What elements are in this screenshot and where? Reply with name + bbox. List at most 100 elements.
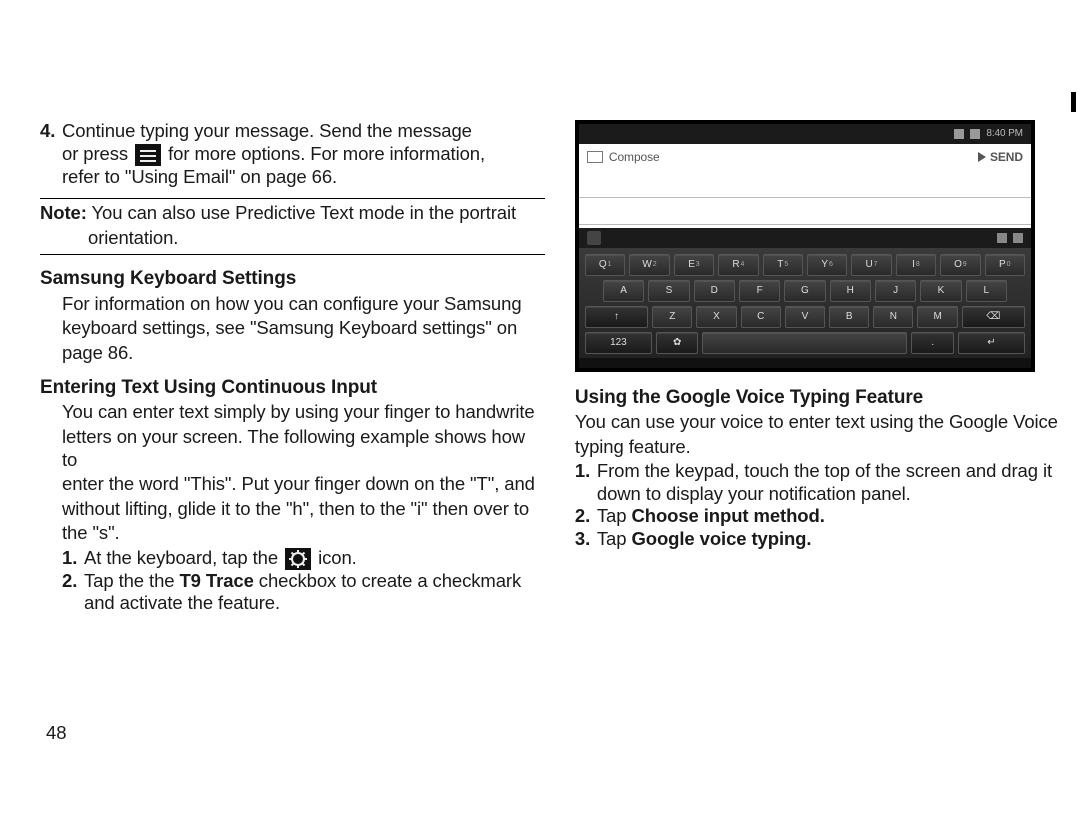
note-label: Note: [40, 202, 87, 223]
voice-p2: typing feature. [575, 436, 1060, 459]
key-s[interactable]: S [648, 280, 689, 302]
heading-google-voice: Using the Google Voice Typing Feature [575, 386, 1060, 409]
key-backspace[interactable]: ⌫ [962, 306, 1025, 328]
left-column: 4. Continue typing your message. Send th… [40, 120, 545, 740]
step-text: From the keypad, touch the top of the sc… [597, 460, 1052, 505]
status-bar-top: 8:40 PM [579, 124, 1031, 144]
send-button[interactable]: SEND [978, 150, 1023, 165]
key-shift[interactable]: ↑ [585, 306, 648, 328]
voice-step-1: 1. From the keypad, touch the top of the… [575, 460, 1052, 505]
signal-icon [954, 129, 964, 139]
key-e[interactable]: E3 [674, 254, 714, 276]
compose-body[interactable] [579, 170, 1031, 228]
scan-edge-mark [1071, 92, 1076, 112]
manual-page: 4. Continue typing your message. Send th… [40, 120, 1060, 740]
heading-samsung-keyboard: Samsung Keyboard Settings [40, 267, 545, 290]
key-enter[interactable]: ↵ [958, 332, 1025, 354]
step-number: 2. [62, 570, 84, 615]
step4-line1: Continue typing your message. Send the m… [62, 120, 472, 141]
samsung-paragraph: For information on how you can configure… [62, 293, 545, 365]
step4-line2b: for more options. For more information, [163, 143, 485, 164]
key-f[interactable]: F [739, 280, 780, 302]
samsung-p1: For information on how you can configure… [62, 293, 545, 316]
voice-s2-bold: Choose input method. [631, 505, 824, 526]
send-icon [978, 152, 986, 162]
key-x[interactable]: X [696, 306, 736, 328]
continuous-step-1: 1. At the keyboard, tap the icon. [62, 547, 357, 570]
key-r[interactable]: R4 [718, 254, 758, 276]
key-i[interactable]: I8 [896, 254, 936, 276]
cont-p1: You can enter text simply by using your … [62, 401, 545, 424]
key-w[interactable]: W2 [629, 254, 669, 276]
step-number: 3. [575, 528, 597, 551]
step-text: Tap Choose input method. [597, 505, 825, 528]
note-line1: You can also use Predictive Text mode in… [87, 202, 516, 223]
step-text: Tap the the T9 Trace checkbox to create … [84, 570, 521, 615]
signal-icon [997, 233, 1007, 243]
voice-s2a: Tap [597, 505, 632, 526]
step-number: 4. [40, 120, 62, 188]
battery-icon [970, 129, 980, 139]
voice-s3-bold: Google voice typing. [631, 528, 811, 549]
key-m[interactable]: M [917, 306, 957, 328]
compose-label: Compose [609, 150, 660, 165]
t9-trace-bold: T9 Trace [179, 570, 253, 591]
cont-p5: the "s". [62, 522, 545, 545]
key-h[interactable]: H [830, 280, 871, 302]
menu-icon [135, 144, 161, 166]
voice-p1: You can use your voice to enter text usi… [575, 411, 1060, 434]
status-bar-mid [579, 228, 1031, 248]
key-period[interactable]: . [911, 332, 954, 354]
note-line2: orientation. [88, 227, 545, 250]
step-number: 1. [575, 460, 597, 505]
voice-s3a: Tap [597, 528, 632, 549]
key-j[interactable]: J [875, 280, 916, 302]
page-number: 48 [46, 722, 67, 744]
voice-s1a: From the keypad, touch the top of the sc… [597, 460, 1052, 481]
key-l[interactable]: L [966, 280, 1007, 302]
keyboard-row-4: 123✿.↵ [585, 332, 1025, 354]
key-k[interactable]: K [920, 280, 961, 302]
keyboard-row-3: ↑ZXCVBNM⌫ [585, 306, 1025, 328]
cont-s2a: Tap the the [84, 570, 179, 591]
compose-header: Compose SEND [579, 144, 1031, 170]
key-y[interactable]: Y6 [807, 254, 847, 276]
cont-s2c: and activate the feature. [84, 592, 280, 613]
text-line [579, 197, 1031, 198]
key-b[interactable]: B [829, 306, 869, 328]
key-o[interactable]: O9 [940, 254, 980, 276]
key-p[interactable]: P0 [985, 254, 1025, 276]
text-line [579, 224, 1031, 225]
phone-screenshot: 8:40 PM Compose SEND [575, 120, 1035, 372]
key-g[interactable]: G [784, 280, 825, 302]
right-column: 8:40 PM Compose SEND [575, 120, 1060, 740]
step-text: At the keyboard, tap the icon. [84, 547, 357, 570]
step-number: 2. [575, 505, 597, 528]
keyboard-row-1: Q1W2E3R4T5Y6U7I8O9P0 [585, 254, 1025, 276]
key-settings[interactable]: ✿ [656, 332, 699, 354]
voice-step-2: 2. Tap Choose input method. [575, 505, 825, 528]
status-time: 8:40 PM [986, 128, 1023, 140]
key-c[interactable]: C [741, 306, 781, 328]
key-symbols[interactable]: 123 [585, 332, 652, 354]
key-d[interactable]: D [694, 280, 735, 302]
continuous-step-2: 2. Tap the the T9 Trace checkbox to crea… [62, 570, 521, 615]
send-label: SEND [990, 150, 1023, 165]
key-a[interactable]: A [603, 280, 644, 302]
key-v[interactable]: V [785, 306, 825, 328]
key-t[interactable]: T5 [763, 254, 803, 276]
step-number: 1. [62, 547, 84, 570]
cont-s2b: checkbox to create a checkmark [254, 570, 521, 591]
battery-icon [1013, 233, 1023, 243]
key-z[interactable]: Z [652, 306, 692, 328]
key-u[interactable]: U7 [851, 254, 891, 276]
samsung-p2: keyboard settings, see "Samsung Keyboard… [62, 317, 545, 340]
envelope-icon [587, 151, 603, 163]
voice-s1b: down to display your notification panel. [597, 483, 911, 504]
note-block: Note: You can also use Predictive Text m… [40, 198, 545, 255]
key-q[interactable]: Q1 [585, 254, 625, 276]
on-screen-keyboard: Q1W2E3R4T5Y6U7I8O9P0 ASDFGHJKL ↑ZXCVBNM⌫… [579, 248, 1031, 358]
key-n[interactable]: N [873, 306, 913, 328]
step-text: Continue typing your message. Send the m… [62, 120, 485, 188]
key-space[interactable] [702, 332, 907, 354]
